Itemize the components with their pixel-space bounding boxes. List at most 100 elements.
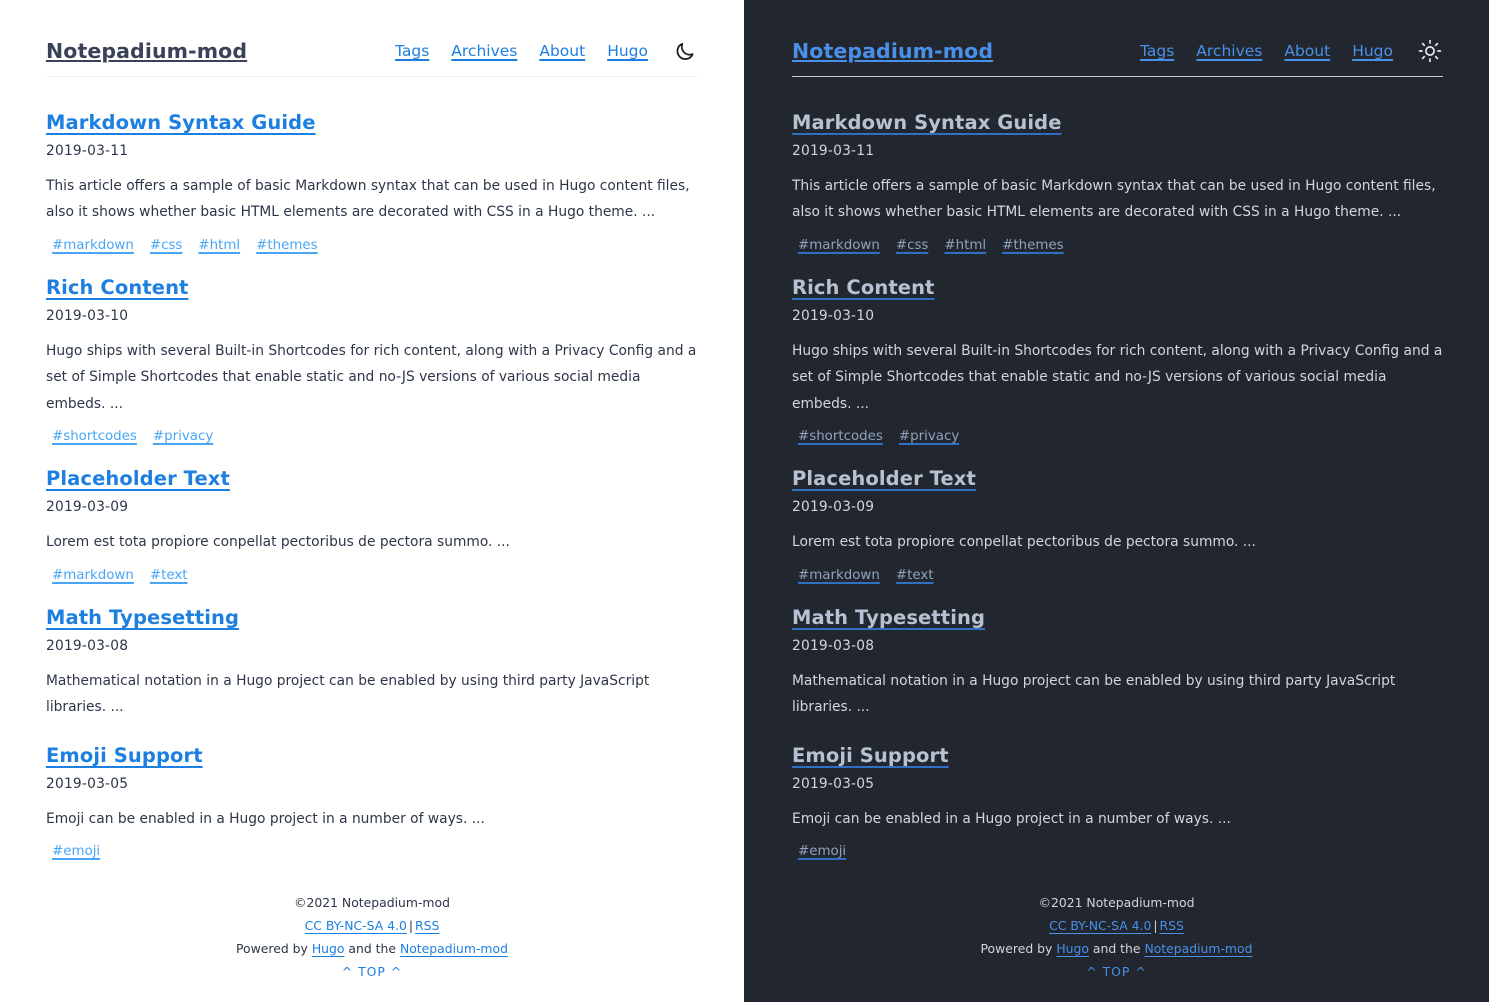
post-title-link[interactable]: Rich Content [46, 276, 188, 299]
post-summary: Mathematical notation in a Hugo project … [792, 672, 1396, 716]
post-summary: This article offers a sample of basic Ma… [46, 178, 690, 221]
tag-link[interactable]: #emoji [798, 844, 846, 859]
tag-link[interactable]: #text [150, 568, 188, 583]
post-date: 2019-03-08 [46, 637, 129, 654]
post-title-link[interactable]: Emoji Support [46, 744, 203, 767]
tag-link[interactable]: #markdown [52, 238, 134, 253]
post-item: Math Typesetting 2019-03-08 Mathematical… [792, 606, 1443, 721]
main-nav-dark: Tags Archives About Hugo [1140, 38, 1443, 64]
dark-theme-panel: Notepadium-mod Tags Archives About Hugo [744, 0, 1489, 1002]
moon-icon[interactable] [672, 38, 698, 64]
tag-link[interactable]: #emoji [52, 844, 100, 859]
site-header-dark: Notepadium-mod Tags Archives About Hugo [792, 0, 1443, 76]
post-summary: Lorem est tota propiore conpellat pector… [792, 534, 1256, 551]
post-date: 2019-03-11 [46, 143, 129, 159]
site-title-dark[interactable]: Notepadium-mod [792, 39, 993, 64]
powered-prefix: Powered by [980, 941, 1053, 957]
tag-link[interactable]: #privacy [899, 429, 959, 444]
post-item: Emoji Support 2019-03-05 Emoji can be en… [46, 744, 698, 859]
tag-link[interactable]: #shortcodes [52, 429, 137, 444]
site-title-light[interactable]: Notepadium-mod [46, 39, 247, 64]
tag-link[interactable]: #html [198, 238, 240, 253]
tag-link[interactable]: #css [896, 238, 929, 253]
post-date: 2019-03-10 [46, 307, 129, 324]
post-tag-list: #shortcodes #privacy [46, 429, 698, 444]
nav-item-about[interactable]: About [1284, 42, 1330, 60]
rss-link[interactable]: RSS [415, 918, 439, 933]
nav-item-about[interactable]: About [539, 42, 585, 60]
post-summary: Hugo ships with several Built-in Shortco… [792, 342, 1443, 412]
post-date: 2019-03-05 [46, 775, 129, 792]
post-date: 2019-03-09 [46, 499, 129, 516]
powered-prefix: Powered by [236, 941, 308, 957]
powered-middle: and the [1092, 941, 1141, 957]
footer-license-line: CC BY-NC-SA 4.0 | RSS [0, 915, 744, 938]
post-title-link[interactable]: Markdown Syntax Guide [792, 111, 1062, 134]
post-title-link[interactable]: Placeholder Text [46, 467, 230, 490]
post-item: Math Typesetting 2019-03-08 Mathematical… [46, 606, 698, 721]
post-list-dark: Markdown Syntax Guide 2019-03-11 This ar… [792, 77, 1443, 859]
hugo-link[interactable]: Hugo [312, 941, 345, 956]
tag-link[interactable]: #markdown [798, 238, 880, 253]
tag-link[interactable]: #privacy [153, 429, 213, 444]
post-item: Emoji Support 2019-03-05 Emoji can be en… [792, 744, 1443, 859]
post-title-link[interactable]: Math Typesetting [46, 606, 239, 629]
license-link[interactable]: CC BY-NC-SA 4.0 [305, 918, 407, 933]
tag-link[interactable]: #shortcodes [798, 429, 883, 444]
nav-item-tags[interactable]: Tags [1140, 42, 1174, 60]
site-header-light: Notepadium-mod Tags Archives About Hugo [46, 0, 698, 76]
license-link[interactable]: CC BY-NC-SA 4.0 [1049, 918, 1151, 933]
sun-icon[interactable] [1417, 38, 1443, 64]
nav-item-tags[interactable]: Tags [395, 42, 429, 60]
footer-separator: | [1153, 918, 1158, 934]
post-summary: This article offers a sample of basic Ma… [792, 178, 1436, 221]
back-to-top-link[interactable]: ^ TOP ^ [342, 961, 402, 984]
tag-link[interactable]: #markdown [52, 568, 134, 583]
post-summary: Emoji can be enabled in a Hugo project i… [46, 810, 485, 827]
post-tag-list: #markdown #css #html #themes [46, 238, 698, 253]
post-date: 2019-03-08 [792, 637, 875, 654]
theme-link[interactable]: Notepadium-mod [400, 941, 508, 956]
post-title-link[interactable]: Markdown Syntax Guide [46, 111, 316, 134]
post-title-link[interactable]: Math Typesetting [792, 606, 985, 629]
tag-link[interactable]: #text [896, 568, 934, 583]
post-date: 2019-03-10 [792, 307, 875, 324]
back-to-top-link[interactable]: ^ TOP ^ [1086, 961, 1146, 984]
post-tag-list: #markdown #css #html #themes [792, 238, 1443, 253]
post-tag-list: #shortcodes #privacy [792, 429, 1443, 444]
footer-license-line: CC BY-NC-SA 4.0 | RSS [744, 915, 1489, 938]
post-title-link[interactable]: Emoji Support [792, 744, 949, 767]
footer-powered-line: Powered by Hugo and the Notepadium-mod [0, 938, 744, 961]
light-theme-panel: Notepadium-mod Tags Archives About Hugo [0, 0, 744, 1002]
tag-link[interactable]: #themes [1002, 238, 1063, 253]
nav-item-hugo[interactable]: Hugo [1352, 42, 1393, 60]
nav-item-archives[interactable]: Archives [1196, 42, 1262, 60]
post-title-link[interactable]: Rich Content [792, 276, 934, 299]
post-summary: Emoji can be enabled in a Hugo project i… [792, 810, 1231, 827]
post-date: 2019-03-09 [792, 499, 875, 516]
post-item: Rich Content 2019-03-10 Hugo ships with … [46, 276, 698, 444]
post-summary: Mathematical notation in a Hugo project … [46, 672, 650, 716]
post-item: Placeholder Text 2019-03-09 Lorem est to… [46, 467, 698, 582]
post-tag-list: #markdown #text [46, 568, 698, 583]
hugo-link[interactable]: Hugo [1056, 941, 1089, 956]
tag-link[interactable]: #css [150, 238, 183, 253]
post-tag-list: #emoji [792, 844, 1443, 859]
post-list-light: Markdown Syntax Guide 2019-03-11 This ar… [46, 77, 698, 859]
tag-link[interactable]: #markdown [798, 568, 880, 583]
post-item: Placeholder Text 2019-03-09 Lorem est to… [792, 467, 1443, 582]
theme-link[interactable]: Notepadium-mod [1144, 941, 1252, 956]
post-tag-list: #markdown #text [792, 568, 1443, 583]
post-title-link[interactable]: Placeholder Text [792, 467, 976, 490]
nav-item-hugo[interactable]: Hugo [607, 42, 648, 60]
post-date: 2019-03-05 [792, 775, 875, 792]
theme-comparison-split: Notepadium-mod Tags Archives About Hugo [0, 0, 1489, 1002]
tag-link[interactable]: #html [944, 238, 986, 253]
post-date: 2019-03-11 [792, 143, 875, 159]
footer-powered-line: Powered by Hugo and the Notepadium-mod [744, 938, 1489, 961]
nav-item-archives[interactable]: Archives [451, 42, 517, 60]
rss-link[interactable]: RSS [1160, 918, 1184, 933]
site-footer-dark: ©2021 Notepadium-mod CC BY-NC-SA 4.0 | RSS… [744, 892, 1489, 984]
tag-link[interactable]: #themes [256, 238, 317, 253]
powered-middle: and the [348, 941, 396, 957]
